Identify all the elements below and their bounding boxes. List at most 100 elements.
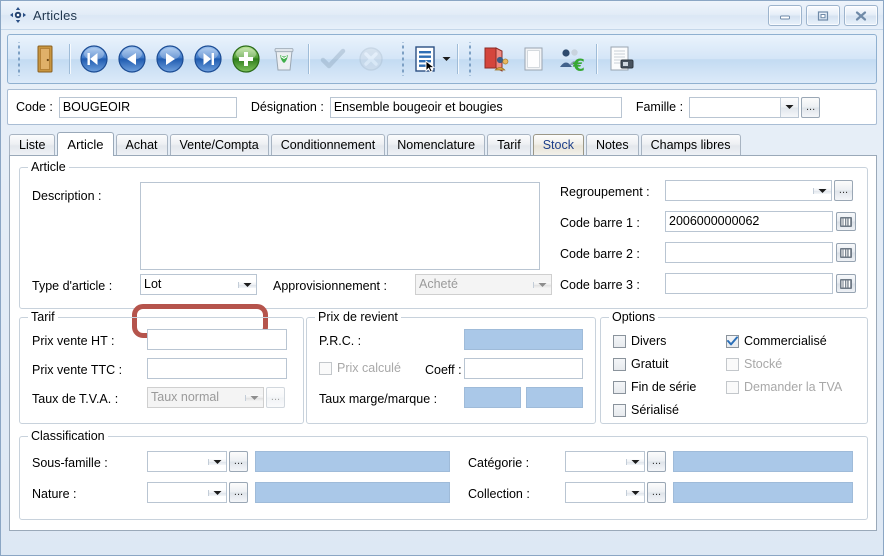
header-fields-bar: Code : BOUGEOIR Désignation : Ensemble b… <box>7 89 877 125</box>
categorie-name-field <box>673 451 853 472</box>
categorie-browse-button[interactable]: ... <box>647 451 666 472</box>
type-article-label: Type d'article : <box>32 279 112 293</box>
main-toolbar: € <box>7 34 877 84</box>
stocke-checkbox <box>726 358 739 371</box>
option-stocke: Stocké <box>726 357 782 371</box>
taux-marge-label: Taux marge/marque : <box>319 392 437 406</box>
window-controls <box>768 5 878 26</box>
list-view-dropdown-arrow[interactable] <box>440 39 452 79</box>
approvisionnement-combobox: Acheté <box>415 274 552 295</box>
add-record-button[interactable] <box>227 39 265 79</box>
tarif-group-title: Tarif <box>28 310 58 324</box>
tab-nomenclature[interactable]: Nomenclature <box>387 134 485 155</box>
categorie-combobox[interactable] <box>565 451 645 472</box>
sous-famille-combobox[interactable] <box>147 451 227 472</box>
taux-tva-browse-button: ... <box>266 387 285 408</box>
commercialise-label: Commercialisé <box>744 334 827 348</box>
collection-dropdown-arrow[interactable] <box>626 490 644 496</box>
tab-stock[interactable]: Stock <box>533 134 584 155</box>
window-title: Articles <box>33 8 77 23</box>
regroupement-dropdown-arrow[interactable] <box>813 188 831 194</box>
delete-record-button[interactable] <box>265 39 303 79</box>
option-commercialise[interactable]: Commercialisé <box>726 334 827 348</box>
exit-door-button[interactable] <box>26 39 64 79</box>
prix-vente-ht-input[interactable] <box>147 329 287 350</box>
famille-dropdown-arrow[interactable] <box>780 98 798 117</box>
tab-liste[interactable]: Liste <box>9 134 55 155</box>
tab-article[interactable]: Article <box>57 132 113 156</box>
option-divers[interactable]: Divers <box>613 334 666 348</box>
nature-dropdown-arrow[interactable] <box>208 490 226 496</box>
prix-revient-group: Prix de revient P.R.C. : Prix calculé Co… <box>306 317 596 424</box>
tab-label: Vente/Compta <box>180 138 259 152</box>
tab-label: Liste <box>19 138 45 152</box>
classification-group-title: Classification <box>28 429 108 443</box>
last-record-button[interactable] <box>189 39 227 79</box>
tab-label: Tarif <box>497 138 521 152</box>
minimize-button[interactable] <box>768 5 802 26</box>
next-record-button[interactable] <box>151 39 189 79</box>
code-input[interactable]: BOUGEOIR <box>59 97 237 118</box>
commercialise-checkbox[interactable] <box>726 335 739 348</box>
code-barre-3-input[interactable] <box>665 273 833 294</box>
description-textarea[interactable] <box>140 182 540 270</box>
customers-book-button[interactable] <box>477 39 515 79</box>
divers-label: Divers <box>631 334 666 348</box>
coeff-input[interactable] <box>464 358 583 379</box>
designation-input[interactable]: Ensemble bougeoir et bougies <box>330 97 622 118</box>
taux-marge-field-1 <box>464 387 521 408</box>
tab-label: Nomenclature <box>397 138 475 152</box>
collection-browse-button[interactable]: ... <box>647 482 666 503</box>
toolbar-grip[interactable] <box>400 42 406 76</box>
regroupement-combobox[interactable] <box>665 180 832 201</box>
tab-vente-compta[interactable]: Vente/Compta <box>170 134 269 155</box>
nature-combobox[interactable] <box>147 482 227 503</box>
restore-button[interactable] <box>806 5 840 26</box>
code-barre-2-input[interactable] <box>665 242 833 263</box>
sous-famille-browse-button[interactable]: ... <box>229 451 248 472</box>
close-button[interactable] <box>844 5 878 26</box>
toolbar-separator <box>457 44 458 74</box>
tab-notes[interactable]: Notes <box>586 134 639 155</box>
regroupement-browse-button[interactable]: ... <box>834 180 853 201</box>
description-value <box>141 183 539 187</box>
tab-label: Champs libres <box>651 138 731 152</box>
option-gratuit[interactable]: Gratuit <box>613 357 669 371</box>
tab-conditionnement[interactable]: Conditionnement <box>271 134 386 155</box>
famille-browse-button[interactable]: ... <box>801 97 820 118</box>
list-view-button[interactable] <box>410 39 440 79</box>
type-article-dropdown-arrow[interactable] <box>238 282 256 288</box>
first-record-button[interactable] <box>75 39 113 79</box>
previous-record-button[interactable] <box>113 39 151 79</box>
option-fin-de-serie[interactable]: Fin de série <box>613 380 696 394</box>
tab-achat[interactable]: Achat <box>116 134 168 155</box>
divers-checkbox[interactable] <box>613 335 626 348</box>
sous-famille-name-field <box>255 451 450 472</box>
option-serialise[interactable]: Sérialisé <box>613 403 679 417</box>
collection-combobox[interactable] <box>565 482 645 503</box>
document-button[interactable] <box>515 39 553 79</box>
famille-combobox[interactable] <box>689 97 799 118</box>
code-barre-3-barcode-button[interactable] <box>836 274 856 293</box>
fin-de-serie-checkbox[interactable] <box>613 381 626 394</box>
categorie-dropdown-arrow[interactable] <box>626 459 644 465</box>
type-article-combobox[interactable]: Lot <box>140 274 257 295</box>
regroupement-label: Regroupement : <box>560 185 650 199</box>
customer-price-button[interactable]: € <box>553 39 591 79</box>
document-preview-button[interactable] <box>602 39 640 79</box>
approvisionnement-dropdown-arrow <box>533 282 551 288</box>
tab-tarif[interactable]: Tarif <box>487 134 531 155</box>
serialise-checkbox[interactable] <box>613 404 626 417</box>
sous-famille-dropdown-arrow[interactable] <box>208 459 226 465</box>
toolbar-grip[interactable] <box>467 42 473 76</box>
code-barre-2-barcode-button[interactable] <box>836 243 856 262</box>
code-barre-1-input[interactable]: 2006000000062 <box>665 211 833 232</box>
code-barre-1-barcode-button[interactable] <box>836 212 856 231</box>
toolbar-separator <box>308 44 309 74</box>
gratuit-checkbox[interactable] <box>613 358 626 371</box>
tab-label: Notes <box>596 138 629 152</box>
prix-vente-ttc-input[interactable] <box>147 358 287 379</box>
tab-champs-libres[interactable]: Champs libres <box>641 134 741 155</box>
toolbar-grip[interactable] <box>16 42 22 76</box>
nature-browse-button[interactable]: ... <box>229 482 248 503</box>
